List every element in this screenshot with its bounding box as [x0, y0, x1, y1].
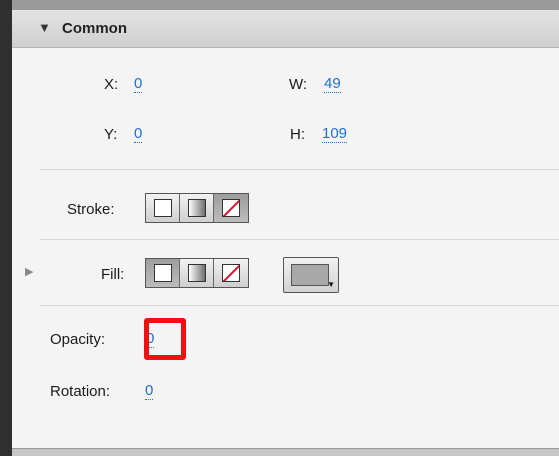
y-label: Y: [104, 126, 118, 143]
fill-none-button[interactable] [214, 259, 248, 287]
stroke-gradient-button[interactable] [180, 194, 214, 222]
none-swatch-icon [222, 199, 240, 217]
solid-swatch-icon [153, 199, 172, 217]
x-value[interactable]: 0 [134, 76, 143, 93]
stroke-none-button[interactable] [214, 194, 248, 222]
triangle-down-icon[interactable]: ▼ [38, 20, 51, 35]
h-value[interactable]: 109 [322, 126, 348, 143]
stroke-label: Stroke: [67, 201, 115, 218]
fill-type-group [145, 258, 249, 288]
gradient-swatch-icon [187, 264, 206, 282]
triangle-right-icon[interactable]: ▶ [25, 265, 33, 278]
gradient-swatch-icon [187, 199, 206, 217]
rotation-value[interactable]: 0 [145, 383, 154, 400]
h-label: H: [290, 126, 305, 143]
fill-color-picker[interactable]: ▼ [283, 257, 339, 293]
section-title: Common [62, 20, 127, 37]
divider [40, 239, 559, 240]
fill-label: Fill: [101, 266, 125, 283]
w-label: W: [289, 76, 308, 93]
divider [40, 305, 559, 306]
fill-gradient-button[interactable] [180, 259, 214, 287]
fill-solid-button[interactable] [146, 259, 180, 287]
divider [40, 169, 559, 170]
stroke-type-group [145, 193, 249, 223]
fill-color-swatch [291, 264, 329, 286]
stroke-solid-button[interactable] [146, 194, 180, 222]
properties-panel: ▼ Common X: 0 W: 49 Y: 0 H: 109 Stroke: … [12, 0, 559, 456]
section-header-common[interactable]: ▼ Common [12, 10, 559, 48]
left-edge-bar [0, 0, 12, 456]
chevron-down-icon: ▼ [327, 280, 335, 289]
panel-bottom-strip [12, 448, 559, 456]
panel-top-strip [12, 0, 559, 10]
solid-swatch-icon [153, 264, 172, 282]
y-value[interactable]: 0 [134, 126, 143, 143]
opacity-label: Opacity: [50, 331, 106, 348]
none-swatch-icon [222, 264, 240, 282]
rotation-label: Rotation: [50, 383, 111, 400]
opacity-highlight-box [144, 318, 186, 360]
w-value[interactable]: 49 [324, 76, 341, 93]
x-label: X: [104, 76, 119, 93]
